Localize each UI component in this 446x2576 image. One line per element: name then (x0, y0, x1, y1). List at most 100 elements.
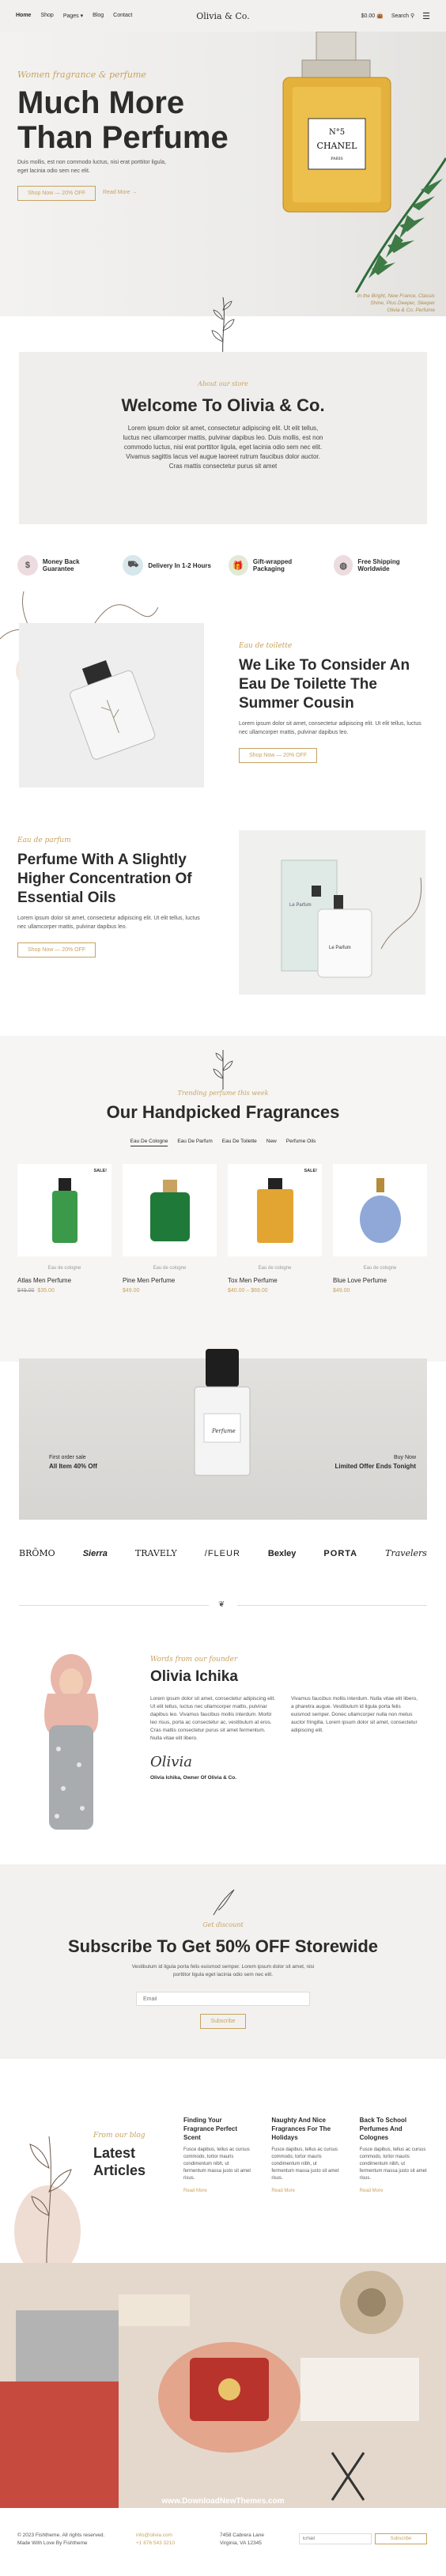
eau-de-toilette-text: Eau de toilette We Like To Consider An E… (239, 642, 429, 763)
feature-label: Gift-wrapped Packaging (252, 558, 293, 572)
nav-contact[interactable]: Contact (113, 13, 132, 19)
subscribe-button[interactable]: Subscribe (200, 2014, 246, 2029)
footer-contact: info@olivia.com +1 876 543 3210 (136, 2532, 175, 2548)
brand-logos: BRŌMO Sierra TRAVELY /FLEUR Bexley PORTA… (19, 1548, 427, 1558)
section1-shop-button[interactable]: Shop Now — 20% OFF (239, 748, 318, 763)
sale-badge: SALE! (304, 1169, 318, 1173)
section1-title: We Like To Consider An Eau De Toilette T… (239, 657, 410, 712)
read-more-link[interactable]: Read More (183, 2189, 252, 2193)
feature-item: $ Money Back Guarantee (17, 555, 112, 576)
hero-description: Duis mollis, est non commodo luctus, nis… (17, 160, 166, 174)
site-logo[interactable]: Olivia & Co. (196, 11, 249, 21)
leaf-icon: ❦ (218, 1600, 225, 1609)
section2-shop-button[interactable]: Shop Now — 20% OFF (17, 942, 96, 958)
tab-eau-de-cologne[interactable]: Eau De Cologne (130, 1139, 168, 1146)
divider-line (237, 1605, 427, 1606)
product-name[interactable]: Atlas Men Perfume (17, 1277, 112, 1284)
welcome-title: Welcome To Olivia & Co. (121, 395, 325, 415)
nav-shop[interactable]: Shop (40, 13, 53, 19)
article-card: Finding Your Fragrance Perfect Scent Fus… (183, 2116, 252, 2193)
search-label: Search (391, 13, 410, 19)
article-title[interactable]: Back To School Perfumes And Colognes (360, 2116, 429, 2142)
brand-logo: PORTA (323, 1548, 358, 1558)
product-image[interactable]: SALE! (228, 1164, 322, 1256)
product-category: Eau de cologne (258, 1266, 292, 1271)
product-image[interactable]: SALE! (17, 1164, 112, 1256)
search-button[interactable]: Search ⚲ (391, 13, 414, 19)
promo-right: Buy Now Limited Offer Ends Tonight (305, 1453, 416, 1471)
features-bar: $ Money Back Guarantee ⛟ Delivery In 1-2 H… (17, 555, 429, 576)
footer-subscribe-button[interactable]: Subscribe (375, 2533, 427, 2544)
sale-badge: SALE! (93, 1169, 108, 1173)
read-more-link[interactable]: Read More (271, 2189, 340, 2193)
site-header: Home Shop Pages ▾ Blog Contact Olivia & … (0, 0, 446, 32)
cart-total: $0.00 (361, 13, 376, 19)
product-name[interactable]: Pine Men Perfume (123, 1277, 217, 1284)
founder-owner: Olivia Ichika, Owner Of Olivia & Co. (150, 1775, 237, 1781)
tab-eau-de-toilette[interactable]: Eau De Toilette (222, 1139, 257, 1146)
subscribe-title: Subscribe To Get 50% OFF Storewide (67, 1936, 378, 1956)
fragrance-tabs: Eau De Cologne Eau De Parfum Eau De Toil… (0, 1139, 446, 1146)
svg-text:N°5: N°5 (329, 128, 345, 137)
product-card[interactable]: Eau de cologne Pine Men Perfume $49.00 (123, 1164, 217, 1294)
eau-de-toilette-image (19, 623, 204, 788)
read-more-link[interactable]: Read More (360, 2189, 429, 2193)
box-label: Le Parfum (289, 903, 312, 908)
tab-perfume-oils[interactable]: Perfume Oils (286, 1139, 316, 1146)
eau-de-parfum-text: Eau de parfum Perfume With A Slightly Hi… (17, 837, 207, 958)
search-icon: ⚲ (410, 13, 415, 19)
current-price: $49.00 (123, 1288, 140, 1294)
product-card[interactable]: SALE! Eau de cologne Tox Men Perfume $40… (228, 1164, 322, 1294)
tab-new[interactable]: New (266, 1139, 277, 1146)
product-name[interactable]: Blue Love Perfume (333, 1277, 427, 1284)
footer-email-field[interactable] (299, 2533, 372, 2544)
article-title[interactable]: Finding Your Fragrance Perfect Scent (183, 2116, 252, 2142)
fragrances-section: Trending perfume this week Our Handpicke… (0, 1036, 446, 1362)
email-field[interactable] (136, 1992, 310, 2006)
section1-text: Lorem ipsum dolor sit amet, consectetur … (239, 721, 421, 735)
promo-bottle-label: Perfume (212, 1428, 236, 1434)
promo-right-small: Buy Now (393, 1455, 416, 1460)
site-footer: © 2023 Fishtheme. All rights reserved. M… (0, 2514, 446, 2576)
hero-caption-line: Shine, Plus Deeper, Sleeper (370, 300, 435, 306)
section2-title: Perfume With A Slightly Higher Concentra… (17, 852, 192, 906)
feature-label: Free Shipping Worldwide (357, 558, 400, 572)
welcome-kicker: About our store (198, 380, 248, 387)
fragrances-title: Our Handpicked Fragrances (106, 1102, 340, 1122)
product-price: $49.00 $35.00 (17, 1288, 112, 1294)
hero-caption-line: Olivia & Co. Perfume (387, 308, 435, 313)
product-image[interactable] (123, 1164, 217, 1256)
feature-label: Money Back Guarantee (42, 558, 80, 572)
promo-left: First order sale All Item 40% Off (49, 1453, 97, 1471)
welcome-section: About our store Welcome To Olivia & Co. … (19, 352, 427, 524)
eau-de-parfum-image: Le Parfum Le Parfum (239, 830, 425, 995)
tab-eau-de-parfum[interactable]: Eau De Parfum (177, 1139, 212, 1146)
footer-phone[interactable]: +1 876 543 3210 (136, 2540, 175, 2548)
article-card: Naughty And Nice Fragrances For The Holi… (271, 2116, 340, 2193)
promo-banner[interactable]: Perfume First order sale All Item 40% Of… (19, 1349, 427, 1520)
cart-button[interactable]: $0.00 👜 (361, 13, 384, 19)
feature-item: ◍ Free Shipping Worldwide (333, 555, 429, 576)
product-card[interactable]: SALE! Eau de cologne Atlas Men Perfume $… (17, 1164, 112, 1294)
product-card[interactable]: Eau de cologne Blue Love Perfume $49.00 (333, 1164, 427, 1294)
gift-icon: 🎁 (228, 555, 248, 576)
subscribe-kicker: Get discount (202, 1921, 244, 1928)
article-title[interactable]: Naughty And Nice Fragrances For The Holi… (271, 2116, 340, 2142)
nav-pages[interactable]: Pages ▾ (63, 13, 83, 19)
hero-shop-button[interactable]: Shop Now — 20% OFF (17, 186, 96, 201)
bag-icon: 👜 (376, 13, 384, 19)
nav-blog[interactable]: Blog (93, 13, 104, 19)
chevron-down-icon: ▾ (80, 13, 84, 19)
product-image[interactable] (333, 1164, 427, 1256)
founder-signature: Olivia (150, 1754, 192, 1770)
floral-sprig-icon (213, 1050, 233, 1090)
hero-read-more-button[interactable]: Read More → (103, 186, 138, 199)
product-name[interactable]: Tox Men Perfume (228, 1277, 322, 1284)
product-price: $49.00 (333, 1288, 427, 1294)
founder-name: Olivia Ichika (150, 1668, 238, 1685)
footer-email-link[interactable]: info@olivia.com (136, 2532, 175, 2540)
subscribe-section: Get discount Subscribe To Get 50% OFF St… (0, 1864, 446, 2059)
menu-icon[interactable]: ☰ (422, 11, 430, 21)
address-line: 7458 Cabrera Lane (220, 2533, 265, 2538)
nav-home[interactable]: Home (16, 13, 31, 19)
